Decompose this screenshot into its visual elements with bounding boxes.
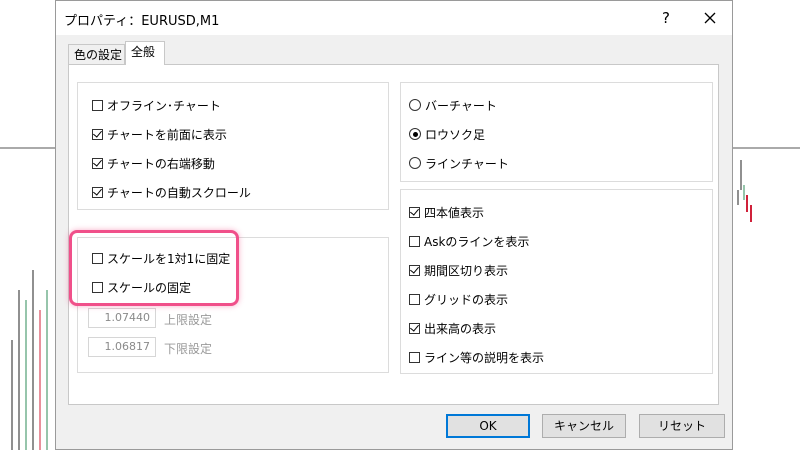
tab-colors[interactable]: 色の設定 <box>68 44 125 64</box>
checkbox[interactable] <box>92 128 103 140</box>
radio-label: バーチャート <box>425 98 497 113</box>
help-button[interactable]: ? <box>654 7 678 29</box>
option-label: グリッドの表示 <box>424 292 509 307</box>
option-label: 出来高の表示 <box>424 321 497 336</box>
tab-general[interactable]: 全般 <box>125 41 165 65</box>
option-label: ライン等の説明を表示 <box>424 350 545 365</box>
option-label: Askのラインを表示 <box>424 234 530 249</box>
properties-dialog: プロパティ：EURUSD,M1 ? 色の設定 全般 オフライン･チャート チャー… <box>55 0 733 450</box>
highlight-annotation <box>69 230 239 306</box>
radio-bar-chart[interactable]: バーチャート <box>409 95 497 115</box>
option-volume[interactable]: 出来高の表示 <box>409 318 496 338</box>
radio-label: ラインチャート <box>425 156 509 171</box>
scale-lower-input[interactable]: 1.06817 <box>88 337 156 357</box>
chart-options-group: オフライン･チャート チャートを前面に表示 チャートの右端移動 チャートの自動ス… <box>77 82 389 210</box>
checkbox[interactable] <box>409 206 420 218</box>
checkbox[interactable] <box>92 99 103 111</box>
checkbox[interactable] <box>409 351 420 363</box>
option-label: チャートの自動スクロール <box>107 185 251 200</box>
dialog-title: プロパティ：EURUSD,M1 <box>64 14 220 29</box>
option-period-separators[interactable]: 期間区切り表示 <box>409 260 508 280</box>
option-label: オフライン･チャート <box>107 98 221 113</box>
close-icon[interactable] <box>698 7 722 29</box>
radio-button[interactable] <box>409 157 421 169</box>
radio-label: ロウソク足 <box>425 127 486 142</box>
radio-candlestick[interactable]: ロウソク足 <box>409 124 485 144</box>
checkbox[interactable] <box>92 186 103 198</box>
option-object-descriptions[interactable]: ライン等の説明を表示 <box>409 347 544 367</box>
reset-button[interactable]: リセット <box>639 414 725 438</box>
checkbox[interactable] <box>92 157 103 169</box>
option-label: チャートを前面に表示 <box>107 127 227 142</box>
cancel-button[interactable]: キャンセル <box>542 414 626 438</box>
option-ask-line[interactable]: Askのラインを表示 <box>409 231 529 251</box>
scale-upper-label: 上限設定 <box>164 313 213 327</box>
candles-left <box>11 270 48 450</box>
display-options-group: 四本値表示 Askのラインを表示 期間区切り表示 グリッドの表示 出来高の表示 … <box>400 189 713 374</box>
title-bar: プロパティ：EURUSD,M1 ? <box>56 1 732 35</box>
option-ohlc[interactable]: 四本値表示 <box>409 202 484 222</box>
radio-line-chart[interactable]: ラインチャート <box>409 153 509 173</box>
radio-button[interactable] <box>409 99 421 111</box>
scale-lower-label: 下限設定 <box>164 342 213 356</box>
scale-upper-input[interactable]: 1.07440 <box>88 308 156 328</box>
checkbox[interactable] <box>409 293 420 305</box>
option-chart-shift[interactable]: チャートの右端移動 <box>92 153 215 173</box>
radio-button[interactable] <box>409 128 421 140</box>
chart-type-group: バーチャート ロウソク足 ラインチャート <box>400 82 713 182</box>
option-label: チャートの右端移動 <box>107 156 215 171</box>
checkbox[interactable] <box>409 235 420 247</box>
option-grid[interactable]: グリッドの表示 <box>409 289 508 309</box>
option-offline-chart[interactable]: オフライン･チャート <box>92 95 221 115</box>
option-label: 四本値表示 <box>424 205 485 220</box>
option-autoscroll[interactable]: チャートの自動スクロール <box>92 182 251 202</box>
option-chart-foreground[interactable]: チャートを前面に表示 <box>92 124 227 144</box>
ok-button[interactable]: OK <box>446 414 530 438</box>
checkbox[interactable] <box>409 322 420 334</box>
checkbox[interactable] <box>409 264 420 276</box>
option-label: 期間区切り表示 <box>424 263 509 278</box>
candles-right <box>737 160 752 222</box>
